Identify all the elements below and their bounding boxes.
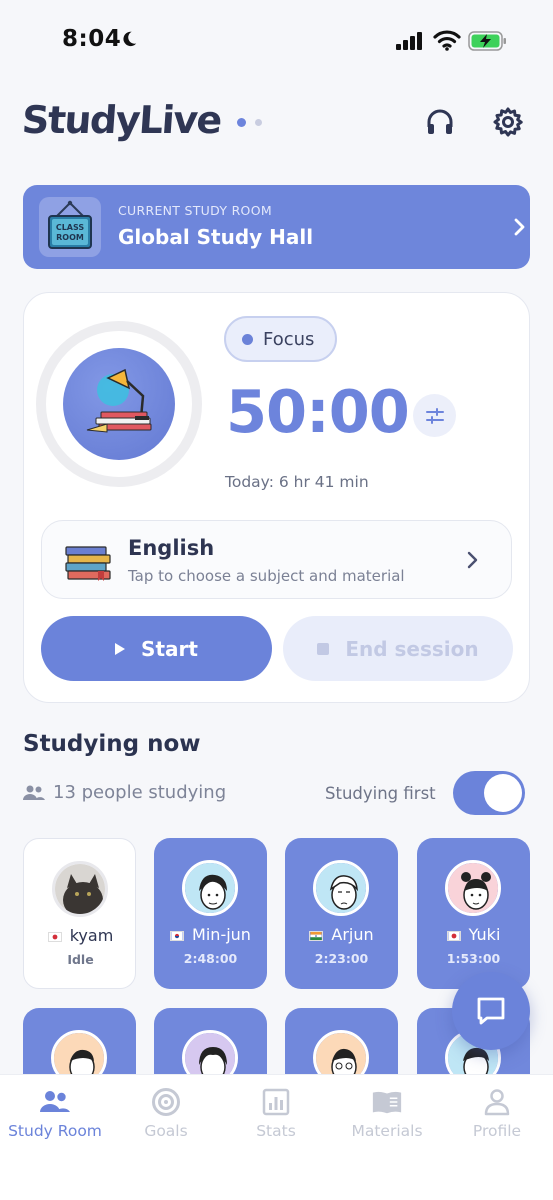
today-total: Today: 6 hr 41 min bbox=[225, 473, 369, 491]
avatar bbox=[313, 1030, 369, 1074]
tab-label: Goals bbox=[144, 1122, 188, 1140]
desk-lamp-illustration bbox=[63, 348, 175, 460]
chat-button[interactable] bbox=[452, 972, 530, 1050]
avatar bbox=[182, 860, 238, 916]
avatar bbox=[313, 860, 369, 916]
timer-display: 50:00 bbox=[226, 377, 410, 446]
studying-first-label: Studying first bbox=[325, 784, 436, 803]
tab-profile[interactable]: Profile bbox=[442, 1075, 552, 1155]
chat-bubble-icon bbox=[477, 997, 505, 1025]
stop-icon bbox=[317, 642, 330, 655]
user-tile[interactable] bbox=[154, 1008, 267, 1074]
user-name: kyam bbox=[69, 926, 114, 945]
user-status: 1:53:00 bbox=[446, 951, 501, 966]
room-overline: CURRENT STUDY ROOM bbox=[118, 203, 272, 218]
page-indicator bbox=[237, 118, 267, 128]
users-grid: kyam Idle Min-jun 2:48:00 Arjun 2:23:00 … bbox=[23, 838, 530, 1074]
user-name: Yuki bbox=[468, 925, 501, 944]
start-label: Start bbox=[141, 636, 198, 661]
avatar bbox=[445, 860, 501, 916]
tab-goals[interactable]: Goals bbox=[111, 1075, 221, 1155]
book-icon bbox=[372, 1091, 402, 1114]
user-name: Min-jun bbox=[192, 925, 251, 944]
user-tile[interactable]: kyam Idle bbox=[23, 838, 136, 989]
section-title: Studying now bbox=[23, 731, 201, 757]
sliders-icon bbox=[425, 407, 444, 424]
user-name: Arjun bbox=[331, 925, 374, 944]
classroom-sign-icon: CLASS ROOM bbox=[39, 197, 101, 257]
user-tile[interactable]: Yuki 1:53:00 bbox=[417, 838, 530, 989]
svg-text:CLASS: CLASS bbox=[56, 223, 85, 232]
subject-name: English bbox=[128, 536, 215, 560]
tab-stats[interactable]: Stats bbox=[221, 1075, 331, 1155]
person-icon bbox=[484, 1089, 510, 1116]
people-icon bbox=[40, 1091, 70, 1112]
tab-label: Profile bbox=[472, 1122, 522, 1140]
gear-icon bbox=[493, 107, 523, 137]
user-status: 2:48:00 bbox=[183, 951, 238, 966]
user-status: Idle bbox=[67, 952, 94, 967]
focus-mode-chip[interactable]: Focus bbox=[224, 316, 337, 362]
moon-icon bbox=[123, 31, 137, 47]
people-icon bbox=[23, 785, 45, 800]
user-tile[interactable] bbox=[285, 1008, 398, 1074]
tab-materials[interactable]: Materials bbox=[332, 1075, 442, 1155]
timer-card: Focus 50:00 Today: 6 hr 41 min English T… bbox=[23, 292, 530, 703]
svg-text:ROOM: ROOM bbox=[56, 233, 84, 242]
timer-settings-button[interactable] bbox=[413, 394, 456, 437]
user-tile[interactable] bbox=[23, 1008, 136, 1074]
cellular-signal-icon bbox=[396, 32, 422, 50]
wifi-icon bbox=[433, 30, 461, 51]
tab-label: Materials bbox=[351, 1122, 423, 1140]
battery-charging-icon bbox=[468, 31, 506, 51]
avatar bbox=[52, 861, 108, 917]
chevron-right-icon bbox=[514, 218, 525, 236]
settings-button[interactable] bbox=[490, 104, 526, 140]
headphones-button[interactable] bbox=[422, 104, 458, 140]
tab-study-room[interactable]: Study Room bbox=[0, 1075, 110, 1155]
room-name: Global Study Hall bbox=[118, 225, 314, 249]
flag-jp-icon bbox=[446, 930, 461, 941]
studying-first-toggle[interactable] bbox=[453, 771, 525, 815]
user-tile[interactable]: Min-jun 2:48:00 bbox=[154, 838, 267, 989]
flag-in-icon bbox=[309, 930, 324, 941]
status-bar: 8:04 bbox=[0, 0, 553, 80]
subject-selector[interactable]: English Tap to choose a subject and mate… bbox=[41, 520, 512, 599]
end-session-label: End session bbox=[345, 636, 479, 661]
flag-jp-icon bbox=[47, 931, 62, 942]
end-session-button[interactable]: End session bbox=[283, 616, 513, 681]
focus-mode-label: Focus bbox=[263, 328, 315, 350]
people-count: 13 people studying bbox=[53, 782, 227, 803]
app-logo: StudyLive bbox=[20, 98, 223, 142]
books-icon bbox=[65, 546, 111, 581]
tab-label: Study Room bbox=[8, 1122, 102, 1140]
bottom-tab-bar: Study Room Goals Stats Materials Profile bbox=[0, 1074, 553, 1200]
flag-kr-icon bbox=[170, 930, 185, 941]
play-icon bbox=[115, 642, 126, 655]
user-tile[interactable]: Arjun 2:23:00 bbox=[285, 838, 398, 989]
bar-chart-icon bbox=[262, 1088, 290, 1116]
status-dot bbox=[242, 333, 253, 345]
user-status: 2:23:00 bbox=[314, 951, 369, 966]
chevron-right-icon bbox=[467, 551, 478, 569]
avatar bbox=[182, 1030, 238, 1074]
start-button[interactable]: Start bbox=[41, 616, 272, 681]
subject-hint: Tap to choose a subject and material bbox=[128, 567, 405, 585]
toggle-knob bbox=[484, 774, 522, 812]
status-time: 8:04 bbox=[62, 26, 122, 52]
headphones-icon bbox=[427, 109, 453, 134]
tab-label: Stats bbox=[256, 1122, 296, 1140]
avatar bbox=[51, 1030, 107, 1074]
current-room-banner[interactable]: CLASS ROOM CURRENT STUDY ROOM Global Stu… bbox=[23, 185, 530, 269]
target-icon bbox=[152, 1088, 180, 1116]
